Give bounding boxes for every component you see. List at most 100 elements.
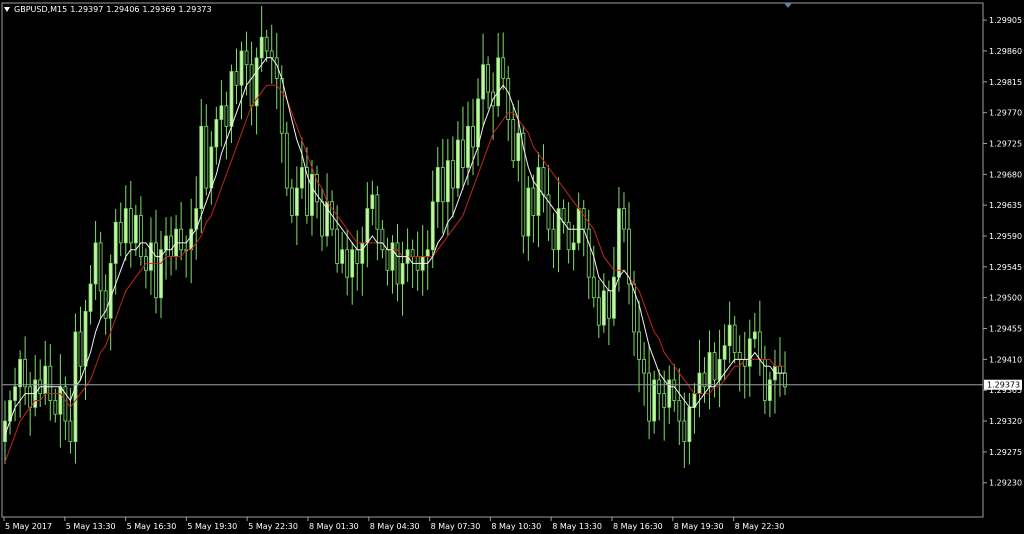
candle-body [622, 208, 626, 230]
candle-body [682, 420, 687, 443]
x-tick-label: 8 May 01:30 [309, 522, 359, 531]
symbol-label: GBPUSD,M15 [14, 4, 68, 14]
candle-body [360, 242, 365, 264]
candle-body [380, 228, 385, 251]
candle-body [466, 125, 470, 168]
candle-body [365, 208, 370, 244]
candle-body [476, 98, 480, 148]
x-tick-label: 8 May 16:30 [613, 522, 663, 531]
x-tick-label: 5 May 22:30 [248, 522, 298, 531]
candle-body [189, 228, 194, 251]
candle-body [234, 71, 239, 86]
candle-body [576, 208, 581, 244]
close-value: 1.29373 [178, 4, 212, 14]
candle-body [581, 208, 586, 230]
y-tick-label: 1.29815 [989, 78, 1022, 87]
candle-body [335, 228, 340, 264]
candle-body [179, 228, 184, 251]
candle-body [23, 358, 28, 388]
candle-body [48, 365, 53, 401]
low-value: 1.29369 [142, 4, 176, 14]
candle-body [355, 249, 360, 264]
candle-body [279, 77, 284, 134]
candle-body [732, 324, 737, 353]
candle-body [425, 249, 430, 257]
x-tick-label: 8 May 13:30 [552, 522, 602, 531]
candle-body [149, 242, 153, 271]
candle-body [712, 352, 717, 381]
candle-body [667, 379, 672, 408]
candle-body [249, 64, 254, 107]
chart-window[interactable]: 1.29905 1.29860 1.29815 1.29770 1.29725 1.296… [0, 0, 1024, 534]
candle-body [481, 64, 485, 100]
shift-marker-icon[interactable] [784, 3, 792, 8]
dropdown-triangle-icon[interactable] [4, 6, 10, 12]
y-tick-label: 1.29500 [989, 294, 1022, 303]
candle-body [169, 235, 173, 257]
candle-body [68, 420, 73, 443]
candle-body [138, 215, 143, 257]
open-value: 1.29397 [70, 4, 104, 14]
candle-body [496, 57, 501, 107]
x-tick-label: 8 May 10:30 [491, 522, 541, 531]
candle-body [269, 50, 274, 59]
candle-body [727, 324, 732, 347]
candle-body [697, 372, 702, 395]
candle-body [259, 36, 264, 59]
candle-body [113, 221, 118, 264]
candle-body [752, 331, 757, 340]
y-tick-label: 1.29680 [989, 170, 1022, 179]
candle-body [531, 187, 536, 216]
candle-body [214, 119, 219, 148]
candle-body [526, 187, 531, 237]
candle-body [722, 345, 727, 360]
candle-body [204, 125, 209, 189]
candle-body [93, 242, 98, 285]
candle-body [229, 71, 234, 127]
x-tick-label: 8 May 22:30 [735, 522, 785, 531]
candle-body [606, 290, 611, 319]
candle-body [571, 242, 576, 251]
candle-body [385, 249, 390, 271]
candle-body [108, 263, 113, 319]
candle-body [440, 167, 445, 203]
candle-body [737, 352, 742, 360]
fast-moving-average-line [4, 57, 785, 435]
x-tick-label: 8 May 04:30 [370, 522, 420, 531]
candle-body [456, 139, 460, 189]
candle-body [637, 331, 641, 360]
candle-body [612, 276, 616, 319]
current-price-label: 1.29373 [987, 381, 1020, 390]
x-tick-label: 5 May 16:30 [127, 522, 177, 531]
candle-body [239, 50, 244, 86]
y-tick-label: 1.29320 [989, 417, 1022, 426]
candle-body [345, 249, 350, 278]
candle-body [164, 235, 168, 251]
price-chart[interactable]: 1.29905 1.29860 1.29815 1.29770 1.29725 1.296… [0, 0, 1024, 534]
candle-body [768, 379, 772, 401]
y-tick-label: 1.29590 [989, 232, 1022, 241]
y-tick-label: 1.29455 [989, 325, 1022, 334]
x-tick-label: 8 May 19:30 [674, 522, 724, 531]
candle-body [757, 331, 762, 360]
candle-body [707, 352, 712, 388]
candle-body [601, 290, 606, 326]
x-tick-label: 5 May 2017 [5, 522, 52, 531]
candle-body [294, 187, 299, 216]
candle-body [747, 338, 752, 367]
y-tick-label: 1.29905 [989, 16, 1022, 25]
x-tick-label: 5 May 13:30 [66, 522, 116, 531]
candle-body [410, 249, 415, 257]
candle-body [88, 283, 93, 312]
candle-body [340, 249, 345, 264]
candle-body [717, 358, 722, 381]
y-tick-label: 1.29725 [989, 139, 1022, 148]
candle-body [596, 297, 601, 326]
candle-body [591, 276, 596, 299]
candle-body [18, 358, 22, 388]
candle-body [264, 36, 269, 52]
candle-body [284, 132, 289, 189]
x-tick-label: 8 May 07:30 [431, 522, 481, 531]
candle-body [219, 105, 224, 120]
candle-body [642, 358, 646, 374]
